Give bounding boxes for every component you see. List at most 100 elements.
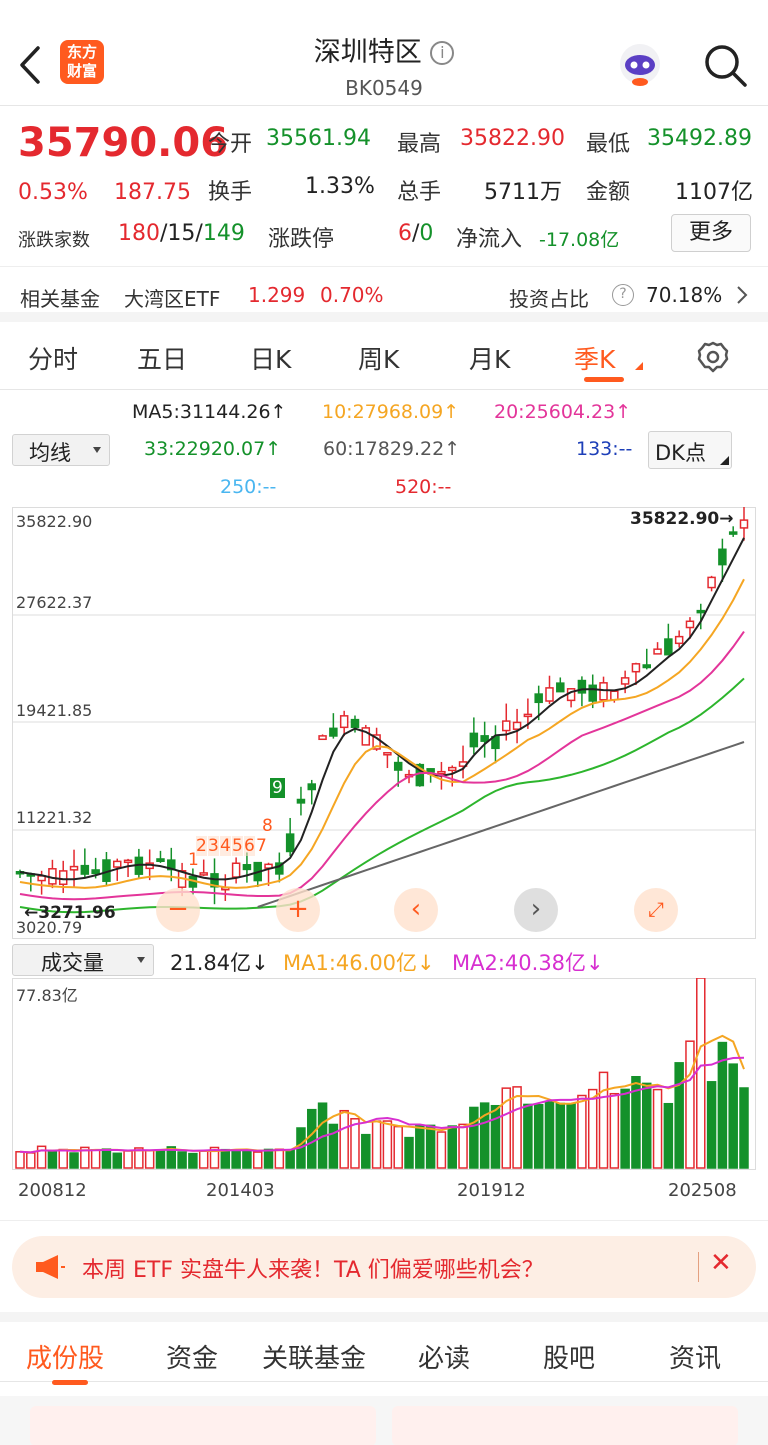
tab-weekly-k[interactable]: 周K xyxy=(358,340,399,376)
banner-divider xyxy=(698,1252,699,1282)
limit-values: 6/0 xyxy=(398,221,433,246)
min-price-value: 3271.96 xyxy=(38,903,116,923)
scroll-right-button[interactable]: › xyxy=(514,888,558,932)
footer-card-left[interactable] xyxy=(30,1406,376,1445)
volume-bar-19 xyxy=(220,1148,231,1169)
limit-label: 涨跌停 xyxy=(268,227,335,252)
zoom-in-button[interactable]: + xyxy=(276,888,320,932)
volume-bar-53 xyxy=(587,1088,598,1169)
tab-daily-k[interactable]: 日K xyxy=(250,340,291,376)
candle-body-17 xyxy=(199,872,208,876)
candle-body-58 xyxy=(642,664,651,669)
candle-body-21 xyxy=(242,864,252,871)
question-icon[interactable]: ? xyxy=(612,284,634,306)
indicator-select[interactable]: 成交量 xyxy=(12,944,154,976)
turnover-value: 1.33% xyxy=(305,174,375,199)
volume-max-label: 77.83亿 xyxy=(16,986,78,1005)
max-price-label: 35822.90→ xyxy=(630,509,734,529)
tab-forum[interactable]: 股吧 xyxy=(543,1338,595,1375)
volume-bar-16 xyxy=(188,1152,198,1169)
volume-bar-25 xyxy=(285,1149,295,1169)
breadth-label: 涨跌家数 xyxy=(18,230,90,251)
candle-body-27 xyxy=(307,783,317,791)
tab-funds-flow[interactable]: 资金 xyxy=(166,1338,218,1375)
volume-bar-40 xyxy=(447,1125,457,1169)
candle-body-13 xyxy=(156,858,165,863)
tab-intraday[interactable]: 分时 xyxy=(28,340,78,376)
candle-body-26 xyxy=(296,798,306,804)
tab-five-day[interactable]: 五日 xyxy=(137,340,187,376)
open-label: 今开 xyxy=(208,132,253,157)
volume-current: 21.84亿↓ xyxy=(170,951,269,975)
candle-body-62 xyxy=(685,620,695,629)
avg-line-select[interactable]: 均线 xyxy=(12,434,110,466)
avg-line-select-label: 均线 xyxy=(29,441,71,465)
volume-bar-27 xyxy=(307,1108,317,1169)
change-value: 187.75 xyxy=(114,180,191,205)
header: 东方 财富 深圳特区 i BK0549 xyxy=(0,0,768,106)
volume-bar-63 xyxy=(696,978,706,1169)
dropdown-icon xyxy=(93,447,101,453)
search-icon[interactable] xyxy=(702,42,748,88)
volume-bar-5 xyxy=(69,1152,79,1169)
close-icon[interactable]: ✕ xyxy=(710,1248,732,1278)
promo-banner[interactable]: 本周 ETF 实盘牛人来袭！TA 们偏爱哪些机会？ ✕ xyxy=(12,1236,756,1298)
gear-icon[interactable] xyxy=(696,340,730,378)
volume-bar-4 xyxy=(58,1148,68,1169)
ma520-value: 520:-- xyxy=(395,476,452,498)
count-6: 6 xyxy=(244,836,255,856)
info-icon[interactable]: i xyxy=(430,41,455,65)
count-9: 9 xyxy=(270,778,285,798)
dk-point-select-label: DK点 xyxy=(655,441,706,465)
volume-bar-30 xyxy=(339,1109,349,1169)
x-label-1: 200812 xyxy=(18,1180,87,1201)
ma133-value: 133:-- xyxy=(576,438,633,460)
candle-body-20 xyxy=(231,862,241,878)
tab-news[interactable]: 资讯 xyxy=(669,1338,721,1375)
tab-quarterly-k[interactable]: 季K xyxy=(574,340,615,376)
tab-related-funds[interactable]: 关联基金 xyxy=(262,1338,366,1375)
volume-bar-56 xyxy=(620,1088,630,1169)
tab-constituents[interactable]: 成份股 xyxy=(26,1338,104,1375)
volume-bar-24 xyxy=(274,1148,285,1169)
volume-chart[interactable] xyxy=(12,978,756,1170)
breadth-values: 180/15/149 xyxy=(118,221,245,246)
candle-body-43 xyxy=(480,735,489,742)
volume-bar-48 xyxy=(533,1103,544,1169)
scroll-left-button[interactable]: ‹ xyxy=(394,888,438,932)
footer-card-right[interactable] xyxy=(392,1406,738,1445)
ma20-value: 20:25604.23↑ xyxy=(494,401,632,423)
volume-bar-51 xyxy=(566,1103,576,1169)
volume-bar-62 xyxy=(685,1040,695,1169)
volume-bar-33 xyxy=(371,1120,382,1169)
candle-body-63 xyxy=(696,609,706,614)
volume-bar-50 xyxy=(555,1102,566,1169)
count-3: 3 xyxy=(208,836,219,856)
volume-bar-22 xyxy=(252,1151,263,1169)
candle-body-66 xyxy=(728,531,738,535)
zoom-out-button[interactable]: − xyxy=(156,888,200,932)
volume-bar-41 xyxy=(458,1123,468,1169)
fullscreen-icon[interactable]: ⤢ xyxy=(634,888,678,932)
robot-assistant-icon[interactable] xyxy=(614,40,666,88)
tab-dropdown-icon[interactable] xyxy=(635,362,643,370)
tab-monthly-k[interactable]: 月K xyxy=(469,340,510,376)
volume-bar-20 xyxy=(231,1149,241,1169)
candle-body-60 xyxy=(664,638,673,656)
period-tabs: 分时 五日 日K 周K 月K 季K xyxy=(0,326,768,390)
min-arrow: ← xyxy=(24,903,39,923)
more-button[interactable]: 更多 xyxy=(671,214,751,252)
chevron-right-icon[interactable] xyxy=(736,285,748,309)
volume-bar-47 xyxy=(523,1103,533,1169)
x-label-4: 202508 xyxy=(668,1180,737,1201)
inflow-label: 净流入 xyxy=(456,227,523,252)
candlestick-chart[interactable] xyxy=(12,507,756,939)
related-fund-row[interactable]: 相关基金 大湾区ETF 1.299 0.70% 投资占比 ? 70.18% xyxy=(0,266,768,322)
dk-point-select[interactable]: DK点 xyxy=(648,431,732,469)
down-count: 149 xyxy=(202,221,245,246)
volume-bar-17 xyxy=(198,1150,209,1169)
tab-must-read[interactable]: 必读 xyxy=(418,1338,470,1375)
ma250-value: 250:-- xyxy=(220,476,277,498)
volume-ma2: MA2:40.38亿↓ xyxy=(452,951,604,975)
candle-body-42 xyxy=(469,732,479,748)
